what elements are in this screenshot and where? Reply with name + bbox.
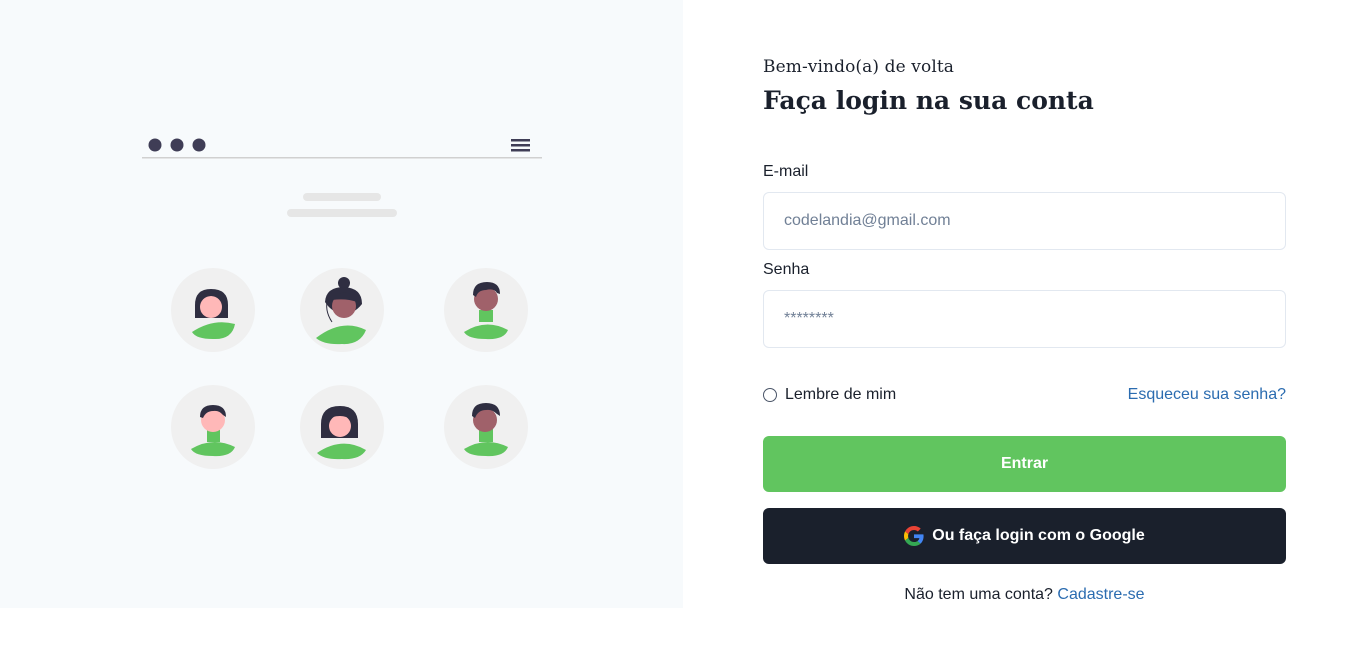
window-divider: [142, 157, 542, 159]
email-label: E-mail: [763, 163, 809, 180]
hamburger-menu-icon: [511, 139, 530, 152]
login-illustration: [142, 138, 542, 469]
login-button[interactable]: Entrar: [763, 436, 1286, 492]
signup-link[interactable]: Cadastre-se: [1057, 586, 1144, 603]
password-field[interactable]: [763, 290, 1286, 348]
signup-prompt-text: Não tem uma conta?: [904, 586, 1053, 603]
google-login-label: Ou faça login com o Google: [932, 527, 1145, 544]
remember-me[interactable]: Lembre de mim: [763, 386, 896, 404]
welcome-text: Bem-vindo(a) de volta: [763, 57, 955, 77]
password-label: Senha: [763, 261, 810, 278]
avatar: [444, 385, 528, 469]
google-login-button[interactable]: Ou faça login com o Google: [763, 508, 1286, 564]
placeholder-bar: [303, 193, 381, 201]
placeholder-bar: [287, 209, 397, 217]
avatar: [171, 385, 255, 469]
avatar: [171, 268, 255, 352]
email-field[interactable]: [763, 192, 1286, 250]
illustration-panel: [0, 0, 683, 608]
remember-me-radio[interactable]: [763, 388, 777, 402]
avatar: [444, 268, 528, 352]
page-title: Faça login na sua conta: [763, 86, 1094, 115]
forgot-password-link[interactable]: Esqueceu sua senha?: [1128, 386, 1286, 404]
signup-prompt: Não tem uma conta? Cadastre-se: [763, 586, 1286, 604]
google-icon: [904, 526, 924, 546]
avatar: [300, 385, 384, 469]
dots-icon: [148, 138, 206, 152]
avatar: [300, 268, 384, 352]
remember-me-label: Lembre de mim: [785, 386, 897, 403]
